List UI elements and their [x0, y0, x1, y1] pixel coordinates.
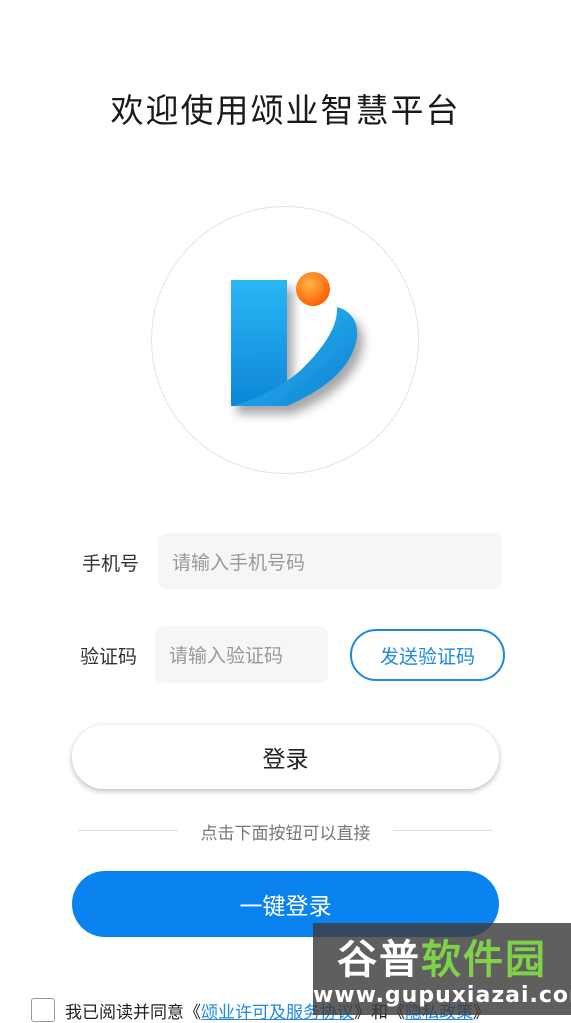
logo-container — [151, 206, 419, 474]
agreement-prefix: 我已阅读并同意《 — [65, 1002, 201, 1023]
watermark-title: 谷普软件园 — [313, 927, 571, 985]
code-label: 验证码 — [80, 646, 138, 668]
code-input[interactable]: 请输入验证码 — [155, 626, 328, 683]
divider-text: 点击下面按钮可以直接 — [200, 824, 371, 844]
watermark-title-b: 软件园 — [421, 937, 547, 983]
agreement-checkbox[interactable] — [31, 998, 55, 1022]
divider-right — [393, 830, 493, 831]
login-button[interactable]: 登录 — [72, 725, 499, 789]
phone-input[interactable]: 请输入手机号码 — [158, 533, 502, 589]
watermark-url: www.gupuxiazai.com — [313, 983, 571, 1008]
watermark-title-a: 谷普 — [337, 937, 421, 983]
phone-placeholder: 请输入手机号码 — [172, 551, 306, 574]
logo-icon — [231, 272, 358, 406]
send-code-button[interactable]: 发送验证码 — [350, 629, 505, 681]
phone-label: 手机号 — [82, 553, 140, 575]
watermark: 谷普软件园 www.gupuxiazai.com — [313, 923, 571, 1015]
page-title: 欢迎使用颂业智慧平台 — [110, 91, 461, 130]
code-placeholder: 请输入验证码 — [169, 645, 284, 667]
